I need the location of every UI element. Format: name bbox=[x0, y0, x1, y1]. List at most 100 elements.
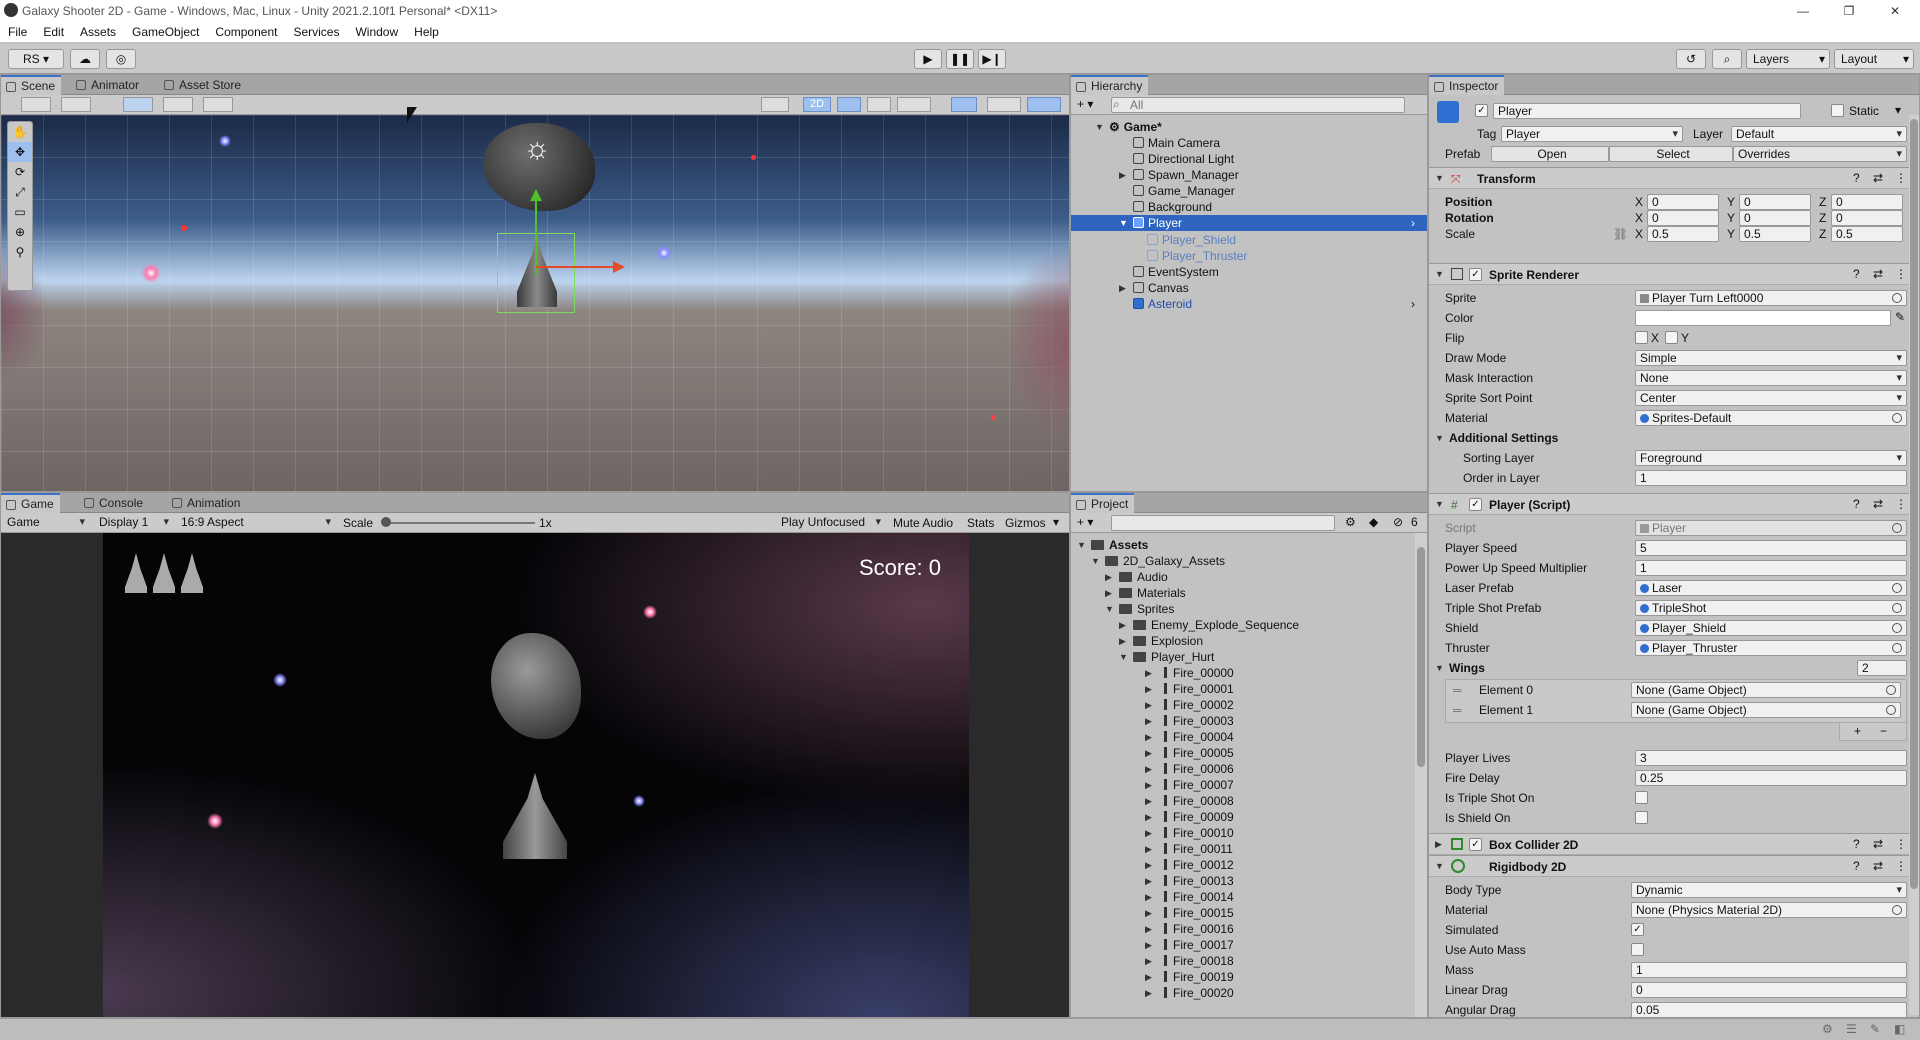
target-icon[interactable] bbox=[1886, 705, 1896, 715]
folder-audio[interactable]: ▶ Audio bbox=[1105, 569, 1168, 585]
hierarchy-item-directional-light[interactable]: Directional Light bbox=[1133, 151, 1234, 167]
target-icon[interactable] bbox=[1892, 603, 1902, 613]
target-icon[interactable] bbox=[1892, 643, 1902, 653]
view-dropdown[interactable]: Game bbox=[3, 515, 89, 531]
position-y-input[interactable]: 0 bbox=[1739, 194, 1811, 210]
target-icon[interactable] bbox=[1892, 583, 1902, 593]
order-in-layer-input[interactable]: 1 bbox=[1635, 470, 1907, 486]
2d-toggle[interactable]: 2D bbox=[803, 97, 831, 112]
expand-icon[interactable]: ▶ bbox=[1145, 665, 1152, 681]
expand-icon[interactable]: ▶ bbox=[1119, 633, 1126, 649]
camera-icon[interactable] bbox=[987, 97, 1021, 112]
rotation-y-input[interactable]: 0 bbox=[1739, 210, 1811, 226]
body-type-dropdown[interactable]: Dynamic bbox=[1631, 882, 1907, 898]
menu-icon[interactable]: ⋮ bbox=[1895, 267, 1907, 281]
rigidbody-header[interactable]: ▼ Rigidbody 2D ? ⇄ ⋮ bbox=[1429, 855, 1919, 877]
tab-asset-store[interactable]: Asset Store bbox=[159, 75, 247, 95]
visibility-icon[interactable] bbox=[951, 97, 977, 112]
rotation-x-input[interactable]: 0 bbox=[1647, 210, 1719, 226]
hierarchy-item-game-manager[interactable]: Game_Manager bbox=[1133, 183, 1235, 199]
grid-snap-icon[interactable] bbox=[123, 97, 153, 112]
expand-icon[interactable]: ▶ bbox=[1145, 953, 1152, 969]
transform-tool-icon[interactable]: ⊕ bbox=[8, 222, 32, 242]
tab-animation[interactable]: Animation bbox=[167, 493, 246, 513]
tab-game[interactable]: Game bbox=[1, 493, 60, 513]
pause-button[interactable]: ❚❚ bbox=[946, 49, 974, 69]
target-icon[interactable] bbox=[1892, 623, 1902, 633]
expand-icon[interactable]: ▶ bbox=[1145, 777, 1152, 793]
custom-tool-icon[interactable]: ⚲ bbox=[8, 242, 32, 262]
mute-audio-button[interactable]: Mute Audio bbox=[893, 516, 953, 530]
element-1-field[interactable]: None (Game Object) bbox=[1631, 702, 1901, 718]
expand-icon[interactable]: ▶ bbox=[1119, 617, 1126, 633]
expand-icon[interactable]: ▼ bbox=[1077, 537, 1086, 553]
expand-icon[interactable]: ▼ bbox=[1435, 269, 1444, 279]
cache-icon[interactable]: ☰ bbox=[1846, 1022, 1857, 1036]
menu-icon[interactable]: ⋮ bbox=[1895, 171, 1907, 185]
thruster-field[interactable]: Player_Thruster bbox=[1635, 640, 1907, 656]
increment-snap-icon[interactable] bbox=[163, 97, 193, 112]
project-scrollbar[interactable] bbox=[1415, 533, 1427, 1017]
maximize-button[interactable]: ❐ bbox=[1826, 0, 1872, 22]
menu-edit[interactable]: Edit bbox=[35, 22, 72, 42]
prefab-open-button[interactable]: Open bbox=[1491, 146, 1609, 162]
prefab-select-button[interactable]: Select bbox=[1609, 146, 1733, 162]
gizmos-icon[interactable] bbox=[1027, 97, 1061, 112]
rotate-tool-icon[interactable]: ⟳ bbox=[8, 162, 32, 182]
position-x-input[interactable]: 0 bbox=[1647, 194, 1719, 210]
linear-drag-input[interactable]: 0 bbox=[1631, 982, 1907, 998]
file-item[interactable]: ▶ Fire_00003 bbox=[1145, 713, 1234, 729]
expand-icon[interactable]: ▼ bbox=[1435, 433, 1444, 443]
element-0-field[interactable]: None (Game Object) bbox=[1631, 682, 1901, 698]
enabled-checkbox[interactable]: ✓ bbox=[1469, 498, 1482, 511]
effects-icon[interactable] bbox=[897, 97, 931, 112]
file-item[interactable]: ▶ Fire_00006 bbox=[1145, 761, 1234, 777]
scale-slider[interactable] bbox=[385, 522, 535, 524]
scrollbar-thumb[interactable] bbox=[1417, 547, 1425, 767]
help-icon[interactable]: ? bbox=[1853, 171, 1860, 185]
tag-dropdown[interactable]: Player bbox=[1501, 126, 1683, 142]
static-dropdown-icon[interactable]: ▾ bbox=[1895, 103, 1901, 117]
file-item[interactable]: ▶ Fire_00018 bbox=[1145, 953, 1234, 969]
draw-mode-dropdown[interactable]: Simple bbox=[1635, 350, 1907, 366]
target-icon[interactable] bbox=[1886, 685, 1896, 695]
expand-icon[interactable]: ▶ bbox=[1145, 841, 1152, 857]
menu-assets[interactable]: Assets bbox=[72, 22, 124, 42]
file-item[interactable]: ▶ Fire_00016 bbox=[1145, 921, 1234, 937]
scene-viewport[interactable]: ☼ bbox=[1, 115, 1069, 491]
layer-dropdown[interactable]: Default bbox=[1731, 126, 1907, 142]
file-item[interactable]: ▶ Fire_00014 bbox=[1145, 889, 1234, 905]
expand-icon[interactable]: ▶ bbox=[1145, 921, 1152, 937]
folder-materials[interactable]: ▶ Materials bbox=[1105, 585, 1186, 601]
folder-explosion[interactable]: ▶ Explosion bbox=[1119, 633, 1203, 649]
static-checkbox[interactable] bbox=[1831, 104, 1844, 117]
menu-window[interactable]: Window bbox=[347, 22, 406, 42]
file-item[interactable]: ▶ Fire_00013 bbox=[1145, 873, 1234, 889]
notification-icon[interactable]: ◧ bbox=[1894, 1022, 1905, 1036]
flip-x-checkbox[interactable] bbox=[1635, 331, 1648, 344]
expand-icon[interactable]: ▼ bbox=[1119, 649, 1128, 665]
play-button[interactable]: ▶ bbox=[914, 49, 942, 69]
collapse-icon[interactable]: ▶ bbox=[1435, 839, 1442, 850]
step-button[interactable]: ▶❙ bbox=[978, 49, 1006, 69]
scale-tool-icon[interactable]: ⤢ bbox=[8, 182, 32, 202]
file-item[interactable]: ▶ Fire_00002 bbox=[1145, 697, 1234, 713]
expand-icon[interactable]: ▼ bbox=[1105, 601, 1114, 617]
scale-x-input[interactable]: 0.5 bbox=[1647, 226, 1719, 242]
triple-shot-prefab-field[interactable]: TripleShot bbox=[1635, 600, 1907, 616]
box-collider-header[interactable]: ▶ ✓ Box Collider 2D ? ⇄ ⋮ bbox=[1429, 833, 1919, 855]
tab-project[interactable]: Project bbox=[1071, 493, 1135, 513]
fire-delay-input[interactable]: 0.25 bbox=[1635, 770, 1907, 786]
sorting-layer-dropdown[interactable]: Foreground bbox=[1635, 450, 1907, 466]
inspector-scrollbar[interactable] bbox=[1909, 115, 1919, 1015]
rect-tool-icon[interactable]: ▭ bbox=[8, 202, 32, 222]
expand-icon[interactable]: ▶ bbox=[1145, 889, 1152, 905]
expand-icon[interactable]: ▶ bbox=[1145, 873, 1152, 889]
mask-interaction-dropdown[interactable]: None bbox=[1635, 370, 1907, 386]
additional-settings-label[interactable]: Additional Settings bbox=[1449, 431, 1558, 445]
target-icon[interactable] bbox=[1892, 413, 1902, 423]
file-item[interactable]: ▶ Fire_00009 bbox=[1145, 809, 1234, 825]
wings-size-input[interactable]: 2 bbox=[1857, 660, 1907, 676]
hierarchy-item-background[interactable]: Background bbox=[1133, 199, 1212, 215]
menu-help[interactable]: Help bbox=[406, 22, 447, 42]
